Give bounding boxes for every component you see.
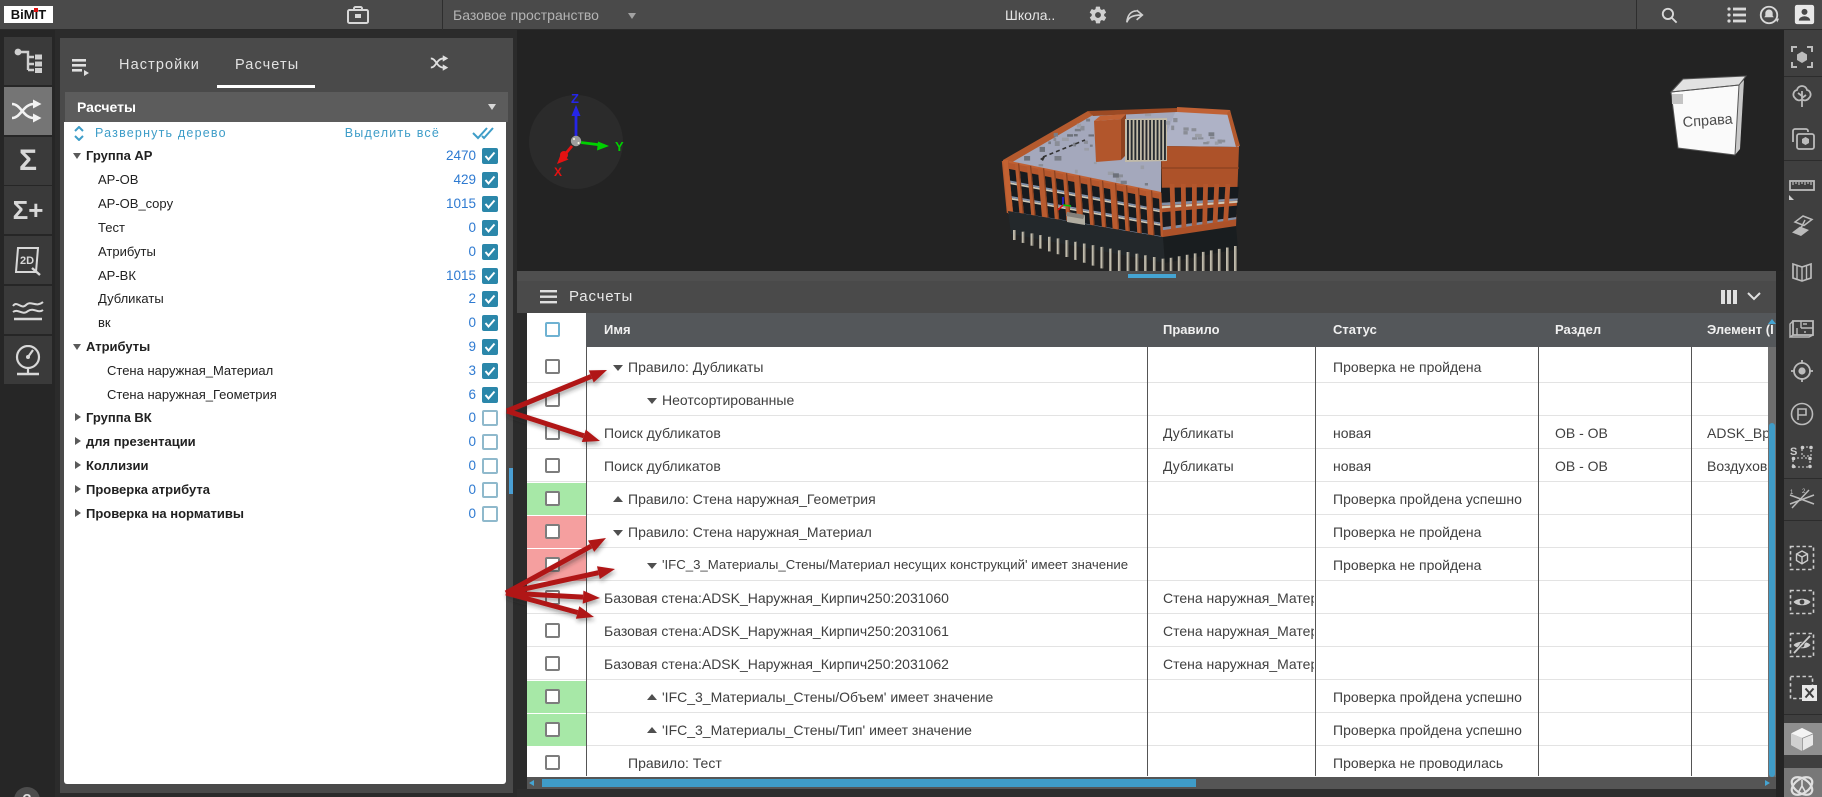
svg-text:Y: Y [615,139,624,154]
svg-text:S: S [1790,446,1797,458]
svg-text:X: X [554,165,562,179]
svg-text:Z: Z [571,91,579,106]
svg-text:2D: 2D [20,255,34,267]
svg-text:1: 1 [1790,490,1794,496]
